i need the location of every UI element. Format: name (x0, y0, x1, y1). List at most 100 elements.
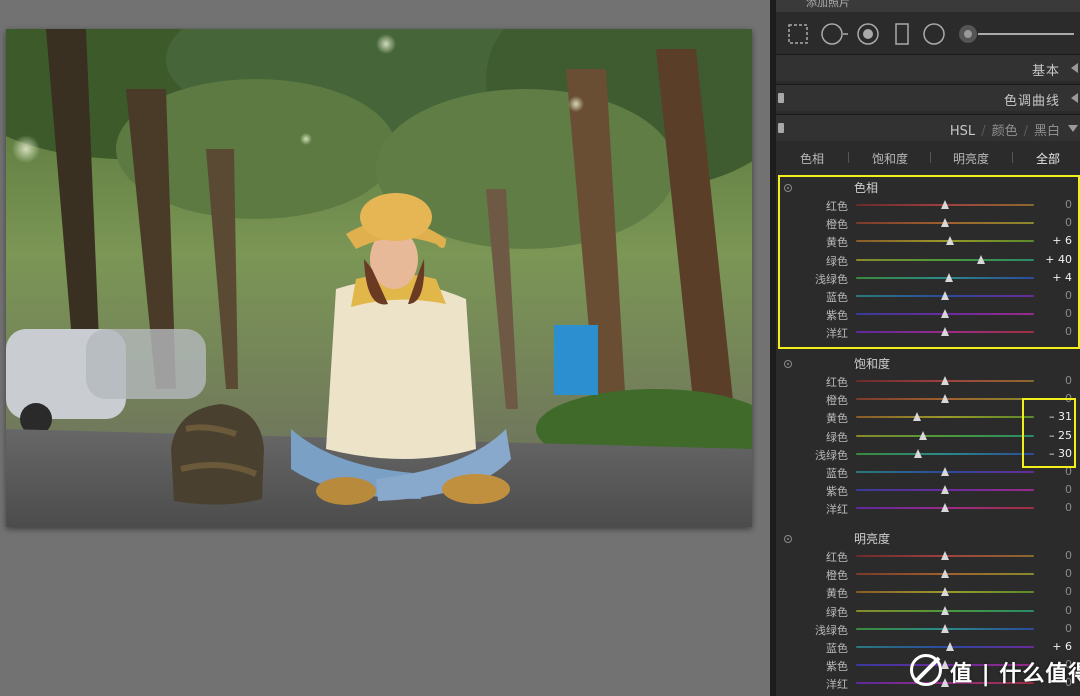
slider-value[interactable]: 0 (1065, 585, 1072, 598)
slider-value[interactable]: – 31 (1049, 410, 1072, 423)
slider-track[interactable] (856, 258, 1034, 261)
slider-label: 红色 (826, 376, 848, 389)
slider-track[interactable] (856, 452, 1034, 455)
group-title: 色相 (854, 181, 879, 195)
slider-thumb[interactable] (941, 376, 949, 385)
slider-thumb[interactable] (941, 327, 949, 337)
slider-value[interactable]: 0 (1065, 501, 1072, 514)
target-adjust-icon[interactable] (784, 184, 792, 192)
subtab-divider (848, 152, 849, 163)
slider-thumb[interactable] (941, 218, 949, 228)
preview-photo[interactable] (6, 29, 752, 527)
slider-thumb[interactable] (941, 309, 949, 319)
collapse-arrow-icon[interactable] (1071, 93, 1078, 103)
panel-switch-icon[interactable] (778, 93, 784, 103)
panel-switch-icon[interactable] (778, 123, 784, 133)
slider-value[interactable]: 0 (1065, 374, 1072, 387)
slider-row: 紫色 0 (776, 481, 1080, 499)
slider-row: 橙色 0 (776, 565, 1080, 583)
slider-thumb[interactable] (941, 503, 949, 513)
slider-value[interactable]: 0 (1065, 216, 1072, 229)
color-tab[interactable]: 颜色 (992, 124, 1018, 139)
slider-value[interactable]: 0 (1065, 567, 1072, 580)
subtab-luminance[interactable]: 明亮度 (953, 150, 989, 167)
crop-overlay-icon[interactable] (786, 22, 810, 46)
slider-value[interactable]: 0 (1065, 604, 1072, 617)
slider-value[interactable]: 0 (1065, 325, 1072, 338)
slider-thumb[interactable] (941, 587, 949, 597)
slider-thumb[interactable] (946, 236, 955, 246)
slider-row: 黄色 0 (776, 583, 1080, 601)
slider-label: 黄色 (826, 236, 848, 250)
slider-value[interactable]: 0 (1065, 465, 1072, 478)
target-adjust-icon[interactable] (784, 535, 792, 543)
hsl-section-header[interactable]: HSL / 颜色 / 黑白 (776, 114, 1080, 141)
slider-thumb[interactable] (941, 569, 949, 579)
slider-thumb[interactable] (941, 605, 949, 615)
slider-row: 黄色 – 31 (776, 408, 1080, 426)
subtab-all[interactable]: 全部 (1036, 150, 1060, 167)
tone-curve-section-header[interactable]: 色调曲线 (776, 84, 1080, 111)
subtab-divider (930, 152, 931, 163)
slider-label: 红色 (826, 200, 848, 213)
hsl-separator: / (1023, 124, 1028, 139)
slider-thumb[interactable] (976, 254, 985, 264)
slider-row: 红色 0 (776, 196, 1080, 214)
hsl-group: 色相 红色 0 橙色 0 黄色 + 6 绿色 + 40 浅绿色 + 4 蓝色 0 紫色 0 洋红 0 (776, 174, 1080, 344)
slider-value[interactable]: 0 (1065, 483, 1072, 496)
expand-arrow-icon[interactable] (1068, 125, 1078, 132)
slider-thumb[interactable] (941, 623, 949, 633)
slider-track[interactable] (856, 646, 1034, 648)
slider-row: 浅绿色 0 (776, 620, 1080, 638)
watermark-text: 值 | 什么值得买 (950, 662, 1080, 687)
graduated-filter-icon[interactable] (892, 22, 912, 46)
slider-track[interactable] (856, 416, 1034, 419)
slider-value[interactable]: 0 (1065, 307, 1072, 320)
slider-value[interactable]: 0 (1065, 549, 1072, 562)
slider-thumb[interactable] (941, 467, 949, 476)
slider-thumb[interactable] (941, 551, 949, 560)
site-watermark: 值 | 什么值得买 (906, 650, 1080, 690)
slider-track[interactable] (856, 434, 1034, 437)
slider-value[interactable]: – 25 (1049, 429, 1072, 442)
slider-thumb[interactable] (944, 272, 953, 282)
slider-label: 洋红 (826, 327, 848, 341)
photo-canvas[interactable] (0, 0, 770, 696)
slider-label: 紫色 (826, 485, 848, 499)
slider-label: 红色 (826, 551, 848, 564)
subtab-saturation[interactable]: 饱和度 (872, 150, 908, 167)
radial-filter-icon[interactable] (922, 22, 946, 46)
slider-thumb[interactable] (941, 394, 949, 404)
slider-thumb[interactable] (941, 291, 949, 300)
slider-value[interactable]: 0 (1065, 392, 1072, 405)
slider-row: 洋红 0 (776, 499, 1080, 517)
spot-removal-icon[interactable] (820, 22, 850, 46)
add-photo-bar[interactable]: 添加照片 (776, 0, 1080, 12)
slider-value[interactable]: + 6 (1052, 234, 1072, 247)
basic-section-header[interactable]: 基本 (776, 54, 1080, 81)
slider-label: 绿色 (826, 254, 848, 268)
basic-section-title: 基本 (1031, 64, 1060, 79)
slider-thumb[interactable] (941, 200, 949, 209)
slider-value[interactable]: 0 (1065, 198, 1072, 211)
slider-value[interactable]: 0 (1065, 289, 1072, 302)
slider-value[interactable]: + 4 (1052, 271, 1072, 284)
slider-value[interactable]: + 40 (1045, 253, 1072, 266)
collapse-arrow-icon[interactable] (1071, 63, 1078, 73)
slider-thumb[interactable] (913, 412, 922, 422)
slider-value[interactable]: 0 (1065, 622, 1072, 635)
bw-tab[interactable]: 黑白 (1034, 124, 1060, 139)
slider-label: 紫色 (826, 309, 848, 323)
hsl-tab[interactable]: HSL (950, 124, 975, 139)
slider-thumb[interactable] (914, 448, 923, 458)
slider-track[interactable] (856, 240, 1034, 243)
adjustment-brush-icon[interactable] (956, 22, 1076, 46)
slider-row: 黄色 + 6 (776, 232, 1080, 250)
slider-value[interactable]: – 30 (1049, 447, 1072, 460)
slider-label: 绿色 (826, 430, 848, 444)
target-adjust-icon[interactable] (784, 360, 792, 368)
red-eye-icon[interactable] (856, 22, 880, 46)
slider-thumb[interactable] (918, 430, 927, 440)
slider-thumb[interactable] (941, 485, 949, 495)
subtab-hue[interactable]: 色相 (800, 150, 824, 167)
